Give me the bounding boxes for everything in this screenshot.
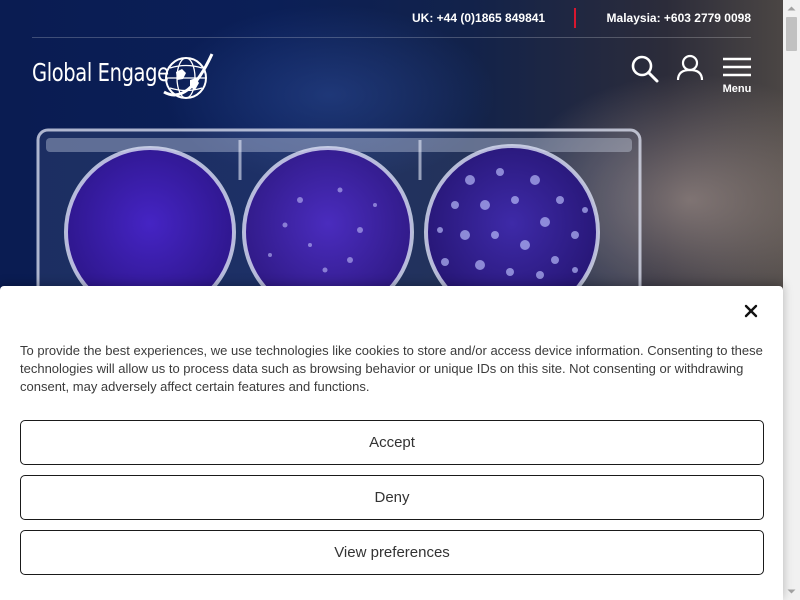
chevron-down-icon — [787, 589, 796, 594]
hamburger-menu-icon — [723, 57, 751, 77]
view-preferences-button[interactable]: View preferences — [20, 530, 764, 575]
scroll-down-arrow[interactable] — [783, 583, 800, 600]
uk-phone-link[interactable]: UK: +44 (0)1865 849841 — [412, 11, 545, 25]
contact-divider — [574, 8, 576, 28]
deny-button[interactable]: Deny — [20, 475, 764, 520]
user-icon — [676, 54, 704, 81]
global-engage-logo[interactable]: Global Engage — [32, 48, 214, 104]
scroll-thumb[interactable] — [786, 17, 797, 51]
globe-icon — [163, 53, 214, 99]
account-button[interactable] — [675, 53, 705, 83]
cookie-close-button[interactable] — [743, 303, 759, 319]
cookie-message: To provide the best experiences, we use … — [20, 343, 763, 394]
malaysia-phone-link[interactable]: Malaysia: +603 2779 0098 — [607, 11, 751, 25]
page-scrollbar[interactable] — [783, 0, 800, 600]
scroll-up-arrow[interactable] — [783, 0, 800, 17]
search-icon — [631, 55, 659, 83]
menu-button[interactable]: Menu — [720, 55, 754, 97]
logo-text: Global Engage — [32, 58, 169, 87]
chevron-up-icon — [787, 6, 796, 11]
close-icon — [744, 304, 758, 318]
search-button[interactable] — [630, 54, 660, 84]
accept-button[interactable]: Accept — [20, 420, 764, 465]
menu-label: Menu — [722, 83, 752, 95]
contact-bar: UK: +44 (0)1865 849841 Malaysia: +603 27… — [32, 0, 751, 38]
